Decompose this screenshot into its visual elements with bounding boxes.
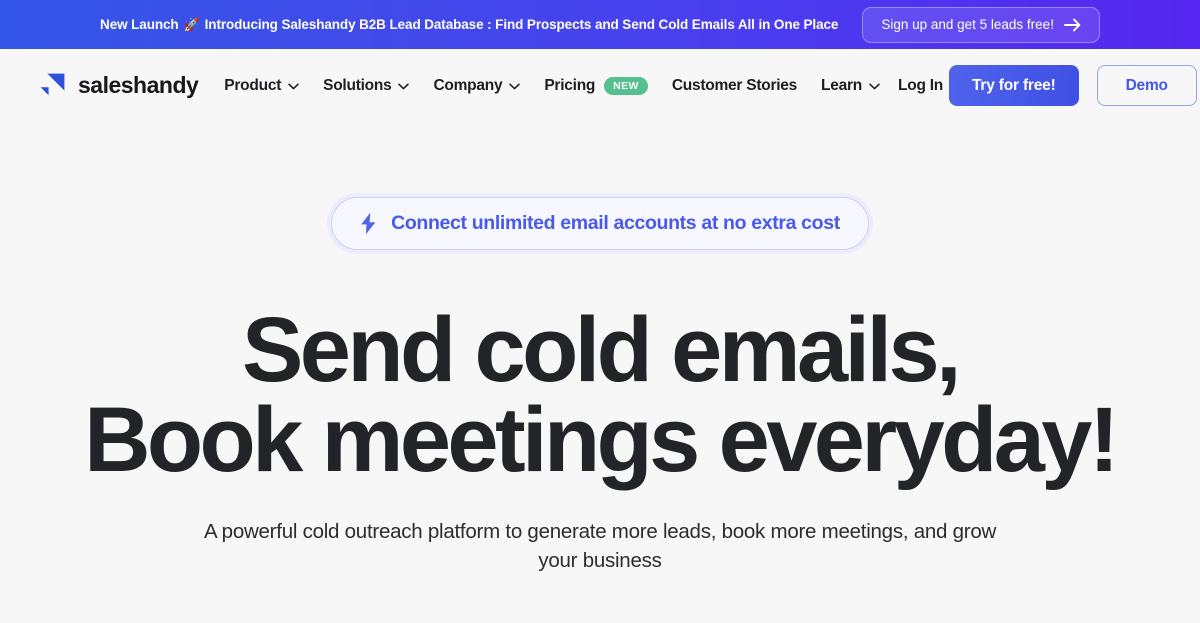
hero-subheading: A powerful cold outreach platform to gen… (203, 520, 997, 572)
brand-logo[interactable]: saleshandy (38, 71, 199, 100)
nav-label-product: Product (224, 76, 282, 94)
login-link[interactable]: Log In (892, 69, 949, 103)
nav-label-company: Company (433, 76, 503, 94)
landing-page: New Launch 🚀 Introducing Saleshandy B2B … (0, 0, 1200, 623)
chevron-down-icon (398, 83, 410, 90)
banner-signup-label: Sign up and get 5 leads free! (881, 17, 1054, 32)
rocket-icon: 🚀 (183, 17, 200, 32)
announcement-message: Introducing Saleshandy B2B Lead Database… (204, 17, 839, 32)
hero-section: Connect unlimited email accounts at no e… (0, 122, 1200, 575)
try-for-free-button[interactable]: Try for free! (949, 65, 1079, 106)
site-header: saleshandy Product Solutions Company Pri… (0, 49, 1200, 122)
nav-label-pricing: Pricing (544, 76, 596, 94)
nav-item-pricing[interactable]: Pricing NEW (532, 69, 660, 103)
nav-label-solutions: Solutions (323, 76, 392, 94)
nav-item-product[interactable]: Product (212, 69, 311, 103)
lightning-bolt-icon (361, 212, 376, 235)
chevron-down-icon (288, 83, 299, 90)
hero-feature-pill[interactable]: Connect unlimited email accounts at no e… (331, 197, 869, 250)
chevron-down-icon (869, 83, 880, 90)
headline-line-2: Book meetings everyday! (84, 389, 1119, 492)
hero-pill-label: Connect unlimited email accounts at no e… (391, 212, 840, 234)
arrow-right-icon (1064, 18, 1081, 31)
announcement-text: New Launch 🚀 Introducing Saleshandy B2B … (100, 17, 838, 32)
nav-item-learn[interactable]: Learn (809, 69, 892, 103)
announcement-banner: New Launch 🚀 Introducing Saleshandy B2B … (0, 0, 1200, 49)
saleshandy-logo-icon (40, 73, 65, 96)
nav-label-learn: Learn (821, 76, 863, 94)
nav-item-customer-stories[interactable]: Customer Stories (660, 69, 809, 103)
nav-label-customer-stories: Customer Stories (671, 76, 798, 94)
brand-name: saleshandy (78, 72, 199, 98)
banner-signup-button[interactable]: Sign up and get 5 leads free! (862, 6, 1100, 43)
nav-item-company[interactable]: Company (421, 69, 532, 103)
chevron-down-icon (509, 83, 521, 90)
headline-line-1: Send cold emails, (242, 299, 962, 401)
header-actions: Try for free! Demo (949, 65, 1197, 106)
announcement-prefix: New Launch (100, 17, 179, 32)
demo-button[interactable]: Demo (1096, 65, 1197, 106)
nav-item-solutions[interactable]: Solutions (311, 69, 421, 103)
main-navigation: Product Solutions Company Pricing NEW Cu… (212, 69, 949, 103)
new-badge: NEW (604, 76, 648, 95)
hero-headline: Send cold emails, Book meetings everyday… (0, 304, 1200, 492)
